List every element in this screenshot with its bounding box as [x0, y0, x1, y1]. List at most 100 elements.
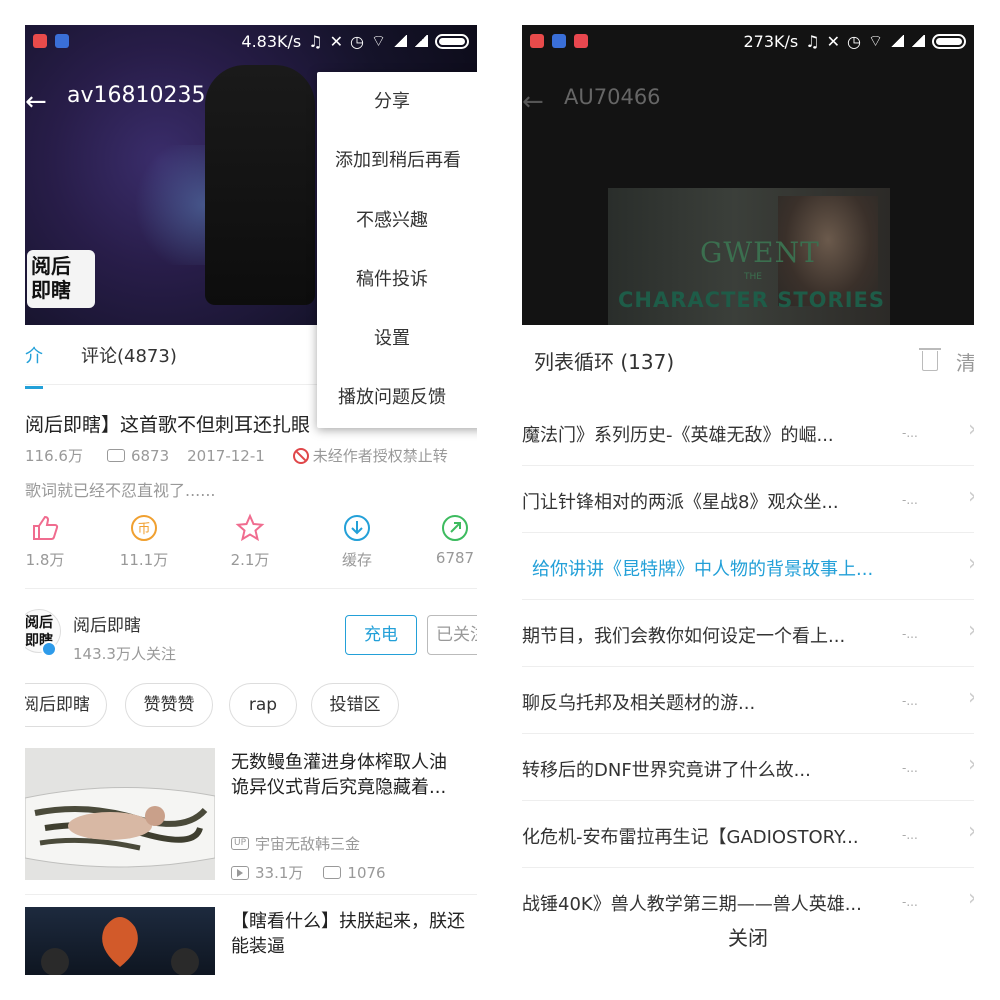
- alarm-icon: ◷: [846, 31, 861, 51]
- list-item-artist: -...: [902, 694, 918, 708]
- danmaku-icon: [106, 449, 125, 462]
- charge-button[interactable]: 充电: [345, 615, 417, 655]
- shield-notification-icon: [552, 34, 566, 48]
- headphone-icon: ♫: [805, 31, 820, 51]
- tab-comments[interactable]: 评论(4873): [81, 342, 177, 368]
- chevron-right-icon: ›: [968, 819, 974, 844]
- list-item-title: 聊反乌托邦及相关题材的游...: [522, 693, 756, 714]
- list-item-active[interactable]: 给你讲讲《昆特牌》中人物的背景故事上... ›: [522, 533, 974, 600]
- shield-notification-icon: [55, 34, 69, 48]
- poster-caption: CHARACTER STORIES: [618, 288, 885, 312]
- list-item-title: 门让针锋相对的两派《星战8》观众坐...: [522, 492, 839, 513]
- list-item-artist: -...: [902, 761, 918, 775]
- list-item-artist: -...: [902, 895, 918, 909]
- network-speed: 4.83K/s: [241, 31, 302, 51]
- cover-figure: [205, 65, 315, 305]
- menu-item-settings[interactable]: 设置: [317, 309, 477, 368]
- mail-notification-icon: [574, 34, 588, 48]
- list-item[interactable]: 转移后的DNF世界究竟讲了什么故... -... ›: [522, 734, 974, 801]
- thumbs-up-icon: [25, 513, 75, 543]
- video-title: 阅后即瞎】这首歌不但刺耳还扎眼: [25, 414, 311, 436]
- signal-icon: [890, 35, 904, 47]
- list-item-title: 转移后的DNF世界究竟讲了什么故...: [522, 760, 811, 781]
- chevron-right-icon: ›: [968, 886, 974, 911]
- app-notification-icon: [530, 34, 544, 48]
- back-arrow-icon[interactable]: ←: [522, 87, 544, 117]
- chevron-right-icon: ›: [968, 417, 974, 442]
- signal-icon-2: [414, 35, 428, 47]
- upload-date: 2017-12-1: [187, 446, 265, 465]
- copyright-warning: 未经作者授权禁止转: [292, 445, 448, 466]
- menu-item-not-interested[interactable]: 不感兴趣: [317, 191, 477, 250]
- mute-icon: ✕: [826, 31, 840, 51]
- menu-item-watch-later[interactable]: 添加到稍后再看: [317, 131, 477, 190]
- recommended-video[interactable]: 【瞎看什么】扶朕起来，朕还 能装逼: [25, 907, 477, 975]
- coin-button[interactable]: 币 11.1万: [114, 513, 174, 570]
- battery-icon: [435, 33, 469, 49]
- video-thumbnail: [25, 748, 216, 880]
- tag-chip[interactable]: 阅后即瞎: [25, 683, 107, 727]
- list-item[interactable]: 魔法门》系列历史-《英雄无敌》的崛... -... ›: [522, 399, 974, 466]
- share-button[interactable]: 6787: [425, 513, 477, 567]
- coin-count: 11.1万: [119, 551, 169, 569]
- tab-intro[interactable]: 介: [25, 342, 55, 389]
- copyright-warning-text: 未经作者授权禁止转: [312, 447, 448, 465]
- signal-icon: [393, 35, 407, 47]
- like-button[interactable]: 1.8万: [25, 513, 75, 570]
- share-count: 6787: [435, 549, 475, 567]
- menu-item-report[interactable]: 稿件投诉: [317, 250, 477, 309]
- favorite-button[interactable]: 2.1万: [220, 513, 280, 570]
- follower-count: 143.3万人关注: [73, 645, 176, 663]
- loop-mode-label[interactable]: 列表循环 (137): [534, 346, 674, 375]
- list-item-title: 给你讲讲《昆特牌》中人物的背景故事上...: [532, 559, 874, 580]
- divider: [25, 894, 477, 895]
- chevron-right-icon: ›: [968, 752, 974, 777]
- app-notification-icon: [33, 34, 47, 48]
- tag-chip[interactable]: rap: [229, 683, 297, 727]
- video-meta: 116.6万 6873 2017-12-1 未经作者授权禁止转: [25, 445, 477, 466]
- follow-button[interactable]: 已关注: [427, 615, 477, 655]
- trash-icon[interactable]: [919, 348, 941, 371]
- chevron-right-icon: ›: [968, 551, 974, 576]
- wifi-icon: ⌔: [867, 31, 883, 50]
- recommended-title-line: 能装逼: [231, 936, 285, 957]
- overflow-menu: 分享 添加到稍后再看 不感兴趣 稿件投诉 设置 播放问题反馈: [317, 72, 477, 428]
- video-id-title: av16810235: [67, 83, 206, 108]
- wifi-icon: ⌔: [370, 31, 386, 50]
- clear-button[interactable]: 清: [956, 347, 974, 376]
- list-item[interactable]: 化危机-安布雷拉再生记【GADIOSTORY... -... ›: [522, 801, 974, 868]
- recommended-title-line: 无数鳗鱼灌进身体榨取人油: [231, 752, 447, 773]
- tag-chip[interactable]: 投错区: [311, 683, 399, 727]
- chevron-right-icon: ›: [968, 685, 974, 710]
- cache-label: 缓存: [341, 551, 372, 569]
- menu-item-playback-feedback[interactable]: 播放问题反馈: [317, 368, 477, 427]
- like-count: 1.8万: [25, 551, 65, 569]
- close-button[interactable]: 关闭: [522, 915, 974, 975]
- list-item[interactable]: 期节目，我们会教你如何设定一个看上... -... ›: [522, 600, 974, 667]
- recommended-video[interactable]: 无数鳗鱼灌进身体榨取人油 诡异仪式背后究竟隐藏着... UP 宇宙无敌韩三金 3…: [25, 748, 477, 888]
- menu-item-share[interactable]: 分享: [317, 72, 477, 131]
- headphone-icon: ♫: [308, 31, 323, 51]
- back-arrow-icon[interactable]: ←: [25, 87, 47, 117]
- chevron-right-icon: ›: [968, 484, 974, 509]
- recommended-owner: UP 宇宙无敌韩三金: [231, 833, 360, 854]
- list-item[interactable]: 门让针锋相对的两派《星战8》观众坐... -... ›: [522, 466, 974, 533]
- status-bar: 4.83K/s ♫ ✕ ◷ ⌔: [25, 25, 477, 57]
- list-item-title: 化危机-安布雷拉再生记【GADIOSTORY...: [522, 827, 859, 848]
- audio-id-title: AU70466: [564, 85, 661, 109]
- favorite-count: 2.1万: [230, 551, 270, 569]
- audio-cover[interactable]: GWENT THE CHARACTER STORIES: [608, 188, 890, 325]
- svg-text:币: 币: [137, 522, 150, 537]
- recommended-title-line: 诡异仪式背后究竟隐藏着...: [231, 777, 447, 798]
- list-item-artist: -...: [902, 426, 918, 440]
- verified-icon: [41, 641, 57, 657]
- divider: [25, 588, 477, 589]
- alarm-icon: ◷: [349, 31, 364, 51]
- list-item[interactable]: 聊反乌托邦及相关题材的游... -... ›: [522, 667, 974, 734]
- chevron-right-icon: ›: [968, 618, 974, 643]
- gwent-logo: GWENT: [700, 236, 820, 269]
- uploader-name[interactable]: 阅后即瞎: [73, 611, 141, 636]
- mute-icon: ✕: [329, 31, 343, 51]
- tag-chip[interactable]: 赞赞赞: [125, 683, 213, 727]
- cache-button[interactable]: 缓存: [327, 513, 387, 570]
